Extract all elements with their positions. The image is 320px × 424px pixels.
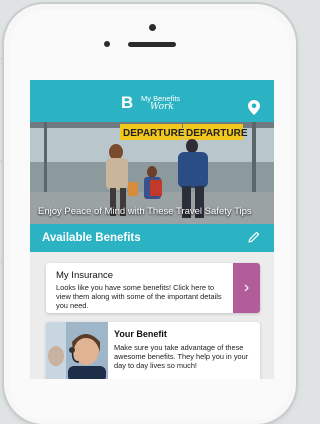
- available-benefits-title: Available Benefits: [42, 232, 141, 244]
- hero-caption[interactable]: Enjoy Peace of Mind with These Travel Sa…: [38, 206, 252, 217]
- logo-mark: B: [121, 93, 134, 112]
- departure-sign-right: DEPARTURE: [186, 128, 248, 139]
- insurance-card[interactable]: My Insurance Looks like you have some be…: [46, 263, 260, 313]
- logo-text-line2: Work: [150, 102, 174, 112]
- proximity-sensor: [104, 41, 110, 47]
- benefit-card-title: Your Benefit: [114, 329, 167, 339]
- insurance-card-title: My Insurance: [56, 270, 114, 281]
- support-agent-photo: [46, 322, 108, 379]
- front-camera: [149, 24, 156, 31]
- insurance-card-text: Looks like you have some benefits! Click…: [56, 283, 222, 310]
- chevron-right-icon[interactable]: ›: [233, 263, 260, 313]
- benefit-card-text: Make sure you take advantage of these aw…: [114, 343, 249, 370]
- departure-sign-left: DEPARTURE: [123, 128, 185, 139]
- app-screen: B My Benefits Work DEPARTURE DEPARTURE E…: [30, 80, 274, 379]
- benefit-card[interactable]: Your Benefit Make sure you take advantag…: [46, 322, 260, 379]
- location-pin-icon[interactable]: [248, 100, 260, 115]
- earpiece-speaker: [128, 42, 176, 47]
- pencil-icon[interactable]: [248, 231, 260, 243]
